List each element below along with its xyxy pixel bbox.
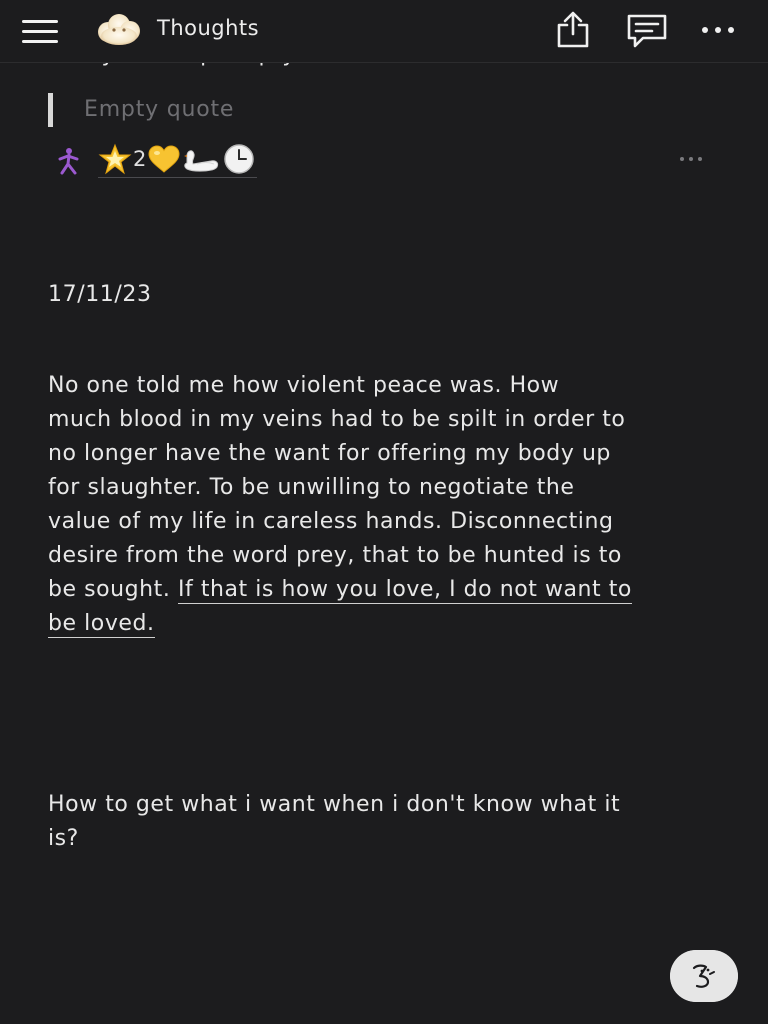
underlined-text[interactable]: If that is how you love, I do not want t… [177, 577, 632, 604]
question-line: How to get what i want when i don't know… [48, 792, 621, 817]
paragraph-line: be loved. [48, 607, 728, 641]
comment-icon[interactable] [625, 12, 669, 50]
top-bar: Thoughts [0, 0, 768, 63]
paragraph-line: no longer have the want for offering my … [48, 441, 611, 466]
underlined-text[interactable]: be loved. [48, 611, 155, 638]
date-text[interactable]: 17/11/23 [48, 282, 152, 307]
paragraph-line: be sought. If that is how you love, I do… [48, 573, 728, 607]
question-block[interactable]: How to get what i want when i don't know… [48, 788, 728, 856]
clock-emoji-icon [224, 144, 255, 174]
star-emoji-icon [98, 143, 132, 175]
yellow-heart-emoji-icon [148, 145, 180, 173]
block-more-icon[interactable] [680, 157, 706, 163]
share-icon[interactable] [553, 10, 593, 50]
paragraph-line: much blood in my veins had to be spilt i… [48, 407, 626, 432]
more-options-icon[interactable] [700, 26, 740, 36]
page-title[interactable]: Thoughts [157, 16, 259, 40]
question-line: is? [48, 826, 79, 851]
paragraph-line: value of my life in careless hands. Disc… [48, 509, 614, 534]
reaction-count: 2 [133, 147, 147, 171]
menu-icon[interactable] [22, 17, 58, 45]
ai-assistant-icon[interactable] [670, 950, 738, 1002]
paragraph-line: No one told me how violent peace was. Ho… [48, 373, 560, 398]
swan-emoji-icon [184, 150, 219, 172]
quote-block[interactable]: Empty quote [48, 93, 234, 127]
reaction-group[interactable]: 2 [98, 143, 258, 178]
paragraph-text: be sought. [48, 577, 178, 602]
person-walking-icon[interactable] [56, 147, 82, 175]
notes-app: always end up empty. Thoughts [0, 0, 768, 1024]
paragraph-line: for slaughter. To be unwilling to negoti… [48, 475, 575, 500]
reactions-row: 2 [54, 143, 714, 179]
paragraph-line: desire from the word prey, that to be hu… [48, 543, 622, 568]
cloud-emoji-icon[interactable] [96, 12, 142, 48]
paragraph-block[interactable]: No one told me how violent peace was. Ho… [48, 369, 728, 641]
